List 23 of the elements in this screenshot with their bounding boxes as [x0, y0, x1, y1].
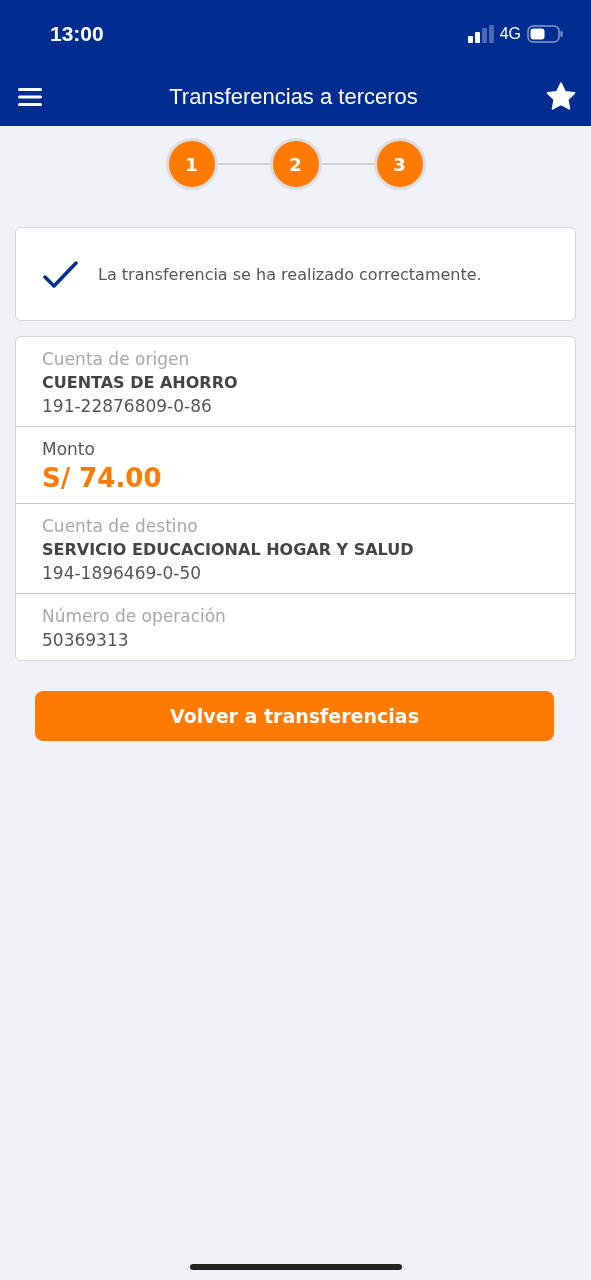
star-icon[interactable]: [545, 82, 577, 112]
account-number: 194-1896469-0-50: [42, 563, 202, 583]
status-time: 13:00: [50, 22, 104, 46]
checkmark-icon: [42, 260, 78, 288]
account-name: SERVICIO EDUCACIONAL HOGAR Y SALUD: [42, 540, 415, 559]
amount-value: S/ 74.00: [42, 463, 163, 493]
network-label: 4G: [499, 25, 521, 43]
field-value: 50369313: [42, 630, 130, 650]
step-indicator: 2: [269, 138, 322, 190]
step-indicator: 1: [165, 138, 218, 190]
menu-icon[interactable]: [18, 87, 42, 107]
step-indicator: 3: [373, 138, 426, 190]
field-label: Monto: [42, 439, 96, 459]
field-label: Cuenta de destino: [42, 516, 199, 536]
success-message: La transferencia se ha realizado correctamente.: [98, 264, 482, 284]
battery-icon: [527, 25, 563, 43]
back-button[interactable]: Volver a transferencias: [35, 691, 554, 741]
screen-title: Transferencias a terceros: [169, 84, 418, 110]
signal-icon: [467, 25, 494, 43]
account-name: CUENTAS DE AHORRO: [42, 373, 239, 392]
field-label: Cuenta de origen: [42, 349, 191, 369]
field-label: Número de operación: [42, 606, 227, 626]
account-number: 191-22876809-0-86: [42, 396, 213, 416]
